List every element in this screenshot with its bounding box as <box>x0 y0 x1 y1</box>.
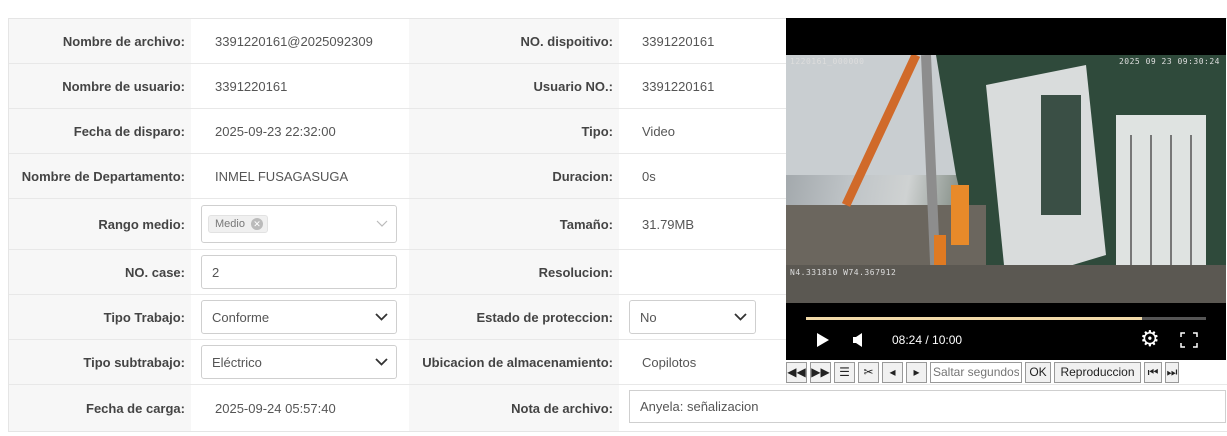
skip-start-icon: ⏮ <box>1147 364 1159 379</box>
video-player[interactable]: 1220161_000000 2025 09 23 09:30:24 N4.33… <box>786 18 1226 360</box>
value-tipo: Video <box>642 123 676 139</box>
label-estado-proteccion: Estado de proteccion: <box>409 295 619 339</box>
label-nombre-archivo: Nombre de archivo: <box>9 19 191 63</box>
value-departamento: INMEL FUSAGASUGA <box>215 168 349 184</box>
label-departamento: Nombre de Departamento: <box>9 154 191 198</box>
label-no-dispositivo: NO. dispoitivo: <box>409 19 619 63</box>
fast-forward-icon: ▶▶ <box>811 365 830 379</box>
no-case-input[interactable]: 2 <box>201 255 397 289</box>
volume-icon[interactable] <box>852 333 864 347</box>
frame-forward-icon: ▸ <box>913 365 920 379</box>
chevron-down-icon <box>375 358 388 366</box>
settings-icon[interactable]: ⚙ <box>1140 328 1160 350</box>
value-tamano: 31.79MB <box>642 216 695 232</box>
progress-bar[interactable] <box>806 317 1206 320</box>
time-display: 08:24 / 10:00 <box>892 333 963 347</box>
chevron-down-icon <box>734 313 747 321</box>
estado-proteccion-select[interactable]: No <box>629 300 756 334</box>
skip-start-button[interactable]: ⏮ <box>1144 361 1162 383</box>
video-controls: 08:24 / 10:00 ⚙ <box>786 303 1226 360</box>
label-tipo-subtrabajo: Tipo subtrabajo: <box>9 340 191 384</box>
frame-forward-button[interactable]: ▸ <box>906 361 927 383</box>
value-nombre-usuario: 3391220161 <box>215 78 288 94</box>
skip-seconds-input[interactable] <box>930 361 1022 383</box>
reproduccion-button[interactable]: Reproduccion <box>1054 361 1141 383</box>
value-fecha-disparo: 2025-09-23 22:32:00 <box>215 123 336 139</box>
label-tipo-trabajo: Tipo Trabajo: <box>9 295 191 339</box>
progress-fill <box>806 317 1142 320</box>
value-nombre-archivo: 3391220161@2025092309 <box>215 33 373 49</box>
chevron-down-icon <box>376 220 388 227</box>
osd-device-id: 1220161_000000 <box>790 57 865 66</box>
value-fecha-carga: 2025-09-24 05:57:40 <box>215 400 336 416</box>
tipo-trabajo-select[interactable]: Conforme <box>201 300 397 334</box>
list-button[interactable]: ☰ <box>834 361 855 383</box>
playback-toolbar: ◀◀ ▶▶ ☰ ✂ ◂ ▸ OK Reproduccion ⏮ ⏭ <box>786 361 1226 383</box>
value-resolucion <box>636 250 786 294</box>
chevron-down-icon <box>375 313 388 321</box>
label-fecha-carga: Fecha de carga: <box>9 385 191 431</box>
fast-forward-button[interactable]: ▶▶ <box>810 361 831 383</box>
medio-tag-label: Medio <box>215 218 245 230</box>
osd-gps: N4.331810 W74.367912 <box>790 268 897 277</box>
video-scene-image <box>786 55 1226 303</box>
play-icon[interactable] <box>816 332 830 348</box>
label-resolucion: Resolucion: <box>409 250 619 294</box>
label-tamano: Tamaño: <box>409 199 619 249</box>
value-duracion: 0s <box>642 168 656 184</box>
label-usuario-no: Usuario NO.: <box>409 64 619 108</box>
value-ubicacion: Copilotos <box>642 354 697 370</box>
label-fecha-disparo: Fecha de disparo: <box>9 109 191 153</box>
value-usuario-no: 3391220161 <box>642 78 715 94</box>
frame-back-button[interactable]: ◂ <box>882 361 903 383</box>
tipo-trabajo-value: Conforme <box>212 309 270 325</box>
estado-proteccion-value: No <box>640 309 657 325</box>
label-duracion: Duracion: <box>409 154 619 198</box>
skip-end-icon: ⏭ <box>1166 364 1178 379</box>
ok-button[interactable]: OK <box>1025 361 1051 383</box>
video-frame[interactable]: 1220161_000000 2025 09 23 09:30:24 N4.33… <box>786 55 1226 303</box>
medio-tag: Medio ✕ <box>208 215 268 233</box>
label-nombre-usuario: Nombre de usuario: <box>9 64 191 108</box>
skip-end-button[interactable]: ⏭ <box>1165 361 1179 383</box>
tipo-subtrabajo-value: Eléctrico <box>212 354 262 370</box>
rewind-icon: ◀◀ <box>787 365 806 379</box>
value-no-dispositivo: 3391220161 <box>642 33 715 49</box>
osd-timestamp: 2025 09 23 09:30:24 <box>1118 57 1220 66</box>
nota-archivo-input[interactable]: Anyela: señalizacion <box>629 390 1226 423</box>
label-nota-archivo: Nota de archivo: <box>409 385 619 431</box>
tipo-subtrabajo-select[interactable]: Eléctrico <box>201 345 397 379</box>
label-no-case: NO. case: <box>9 250 191 294</box>
rewind-button[interactable]: ◀◀ <box>786 361 807 383</box>
cut-button[interactable]: ✂ <box>858 361 879 383</box>
list-icon: ☰ <box>839 365 850 379</box>
label-tipo: Tipo: <box>409 109 619 153</box>
label-rango-medio: Rango medio: <box>9 199 191 249</box>
scissors-icon: ✂ <box>863 365 874 379</box>
label-ubicacion: Ubicacion de almacenamiento: <box>409 340 619 384</box>
tag-remove-icon[interactable]: ✕ <box>250 218 263 230</box>
fullscreen-icon[interactable] <box>1180 332 1198 348</box>
rango-medio-select[interactable]: Medio ✕ <box>201 205 397 243</box>
frame-back-icon: ◂ <box>889 365 896 379</box>
